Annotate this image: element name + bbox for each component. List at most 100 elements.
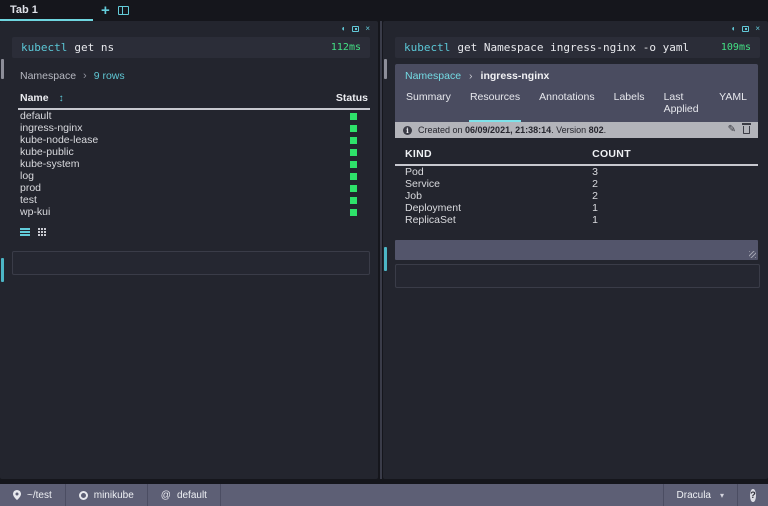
kube-namespace-segment[interactable]: @ default	[148, 484, 221, 506]
cwd-segment[interactable]: ~/test	[0, 484, 66, 506]
table-row[interactable]: ingress-nginx	[18, 122, 370, 134]
command-program: kubectl	[21, 41, 68, 54]
column-header-count: COUNT	[592, 148, 631, 160]
terminal-split-container: ◐ × kubectl get ns 112ms Namespace › 9 r…	[0, 21, 768, 484]
table-row[interactable]: test	[18, 194, 370, 206]
left-pane-controls: ◐ ×	[341, 24, 370, 33]
column-header-name[interactable]: Name	[20, 92, 49, 104]
breadcrumb-kind[interactable]: Namespace	[20, 70, 76, 82]
count-cell: 3	[592, 166, 598, 178]
status-bar: ~/test minikube @ default Dracula ▾ ?	[0, 484, 768, 506]
table-row[interactable]: Job 2	[395, 190, 758, 202]
chevron-right-icon: ›	[469, 70, 473, 82]
status-cell	[338, 148, 368, 156]
table-row[interactable]: Service 2	[395, 178, 758, 190]
namespace-name: ingress-nginx	[20, 122, 83, 134]
table-row[interactable]: kube-system	[18, 158, 370, 170]
status-ok-badge	[349, 208, 357, 216]
command-block[interactable]: kubectl get ns 112ms	[12, 37, 370, 58]
close-split-icon[interactable]: ×	[365, 24, 370, 33]
namespace-name: wp-kui	[20, 206, 51, 218]
trash-icon[interactable]	[742, 123, 751, 134]
kind-cell: Job	[405, 190, 422, 202]
breadcrumb-row-count[interactable]: 9 rows	[94, 70, 125, 82]
active-input-indicator	[1, 258, 4, 282]
table-row[interactable]: log	[18, 170, 370, 182]
close-split-icon[interactable]: ×	[755, 24, 760, 33]
created-banner: i Created on 06/09/2021, 21:38:14. Versi…	[395, 122, 758, 138]
grid-view-icon[interactable]	[38, 228, 40, 230]
table-row[interactable]: prod	[18, 182, 370, 194]
split-terminal-icon[interactable]	[117, 6, 129, 15]
tab-labels[interactable]: Labels	[613, 88, 646, 122]
status-ok-badge	[349, 136, 357, 144]
table-row[interactable]: kube-node-lease	[18, 134, 370, 146]
yaml-textarea[interactable]	[395, 240, 758, 260]
table-view-toggles	[20, 226, 370, 238]
table-row[interactable]: default	[18, 110, 370, 122]
list-view-icon[interactable]	[20, 228, 30, 230]
screenshot-icon[interactable]	[352, 25, 360, 32]
chevron-down-icon: ▾	[719, 490, 724, 500]
kube-context-icon	[78, 490, 88, 500]
table-row[interactable]: ReplicaSet 1	[395, 214, 758, 226]
status-cell	[338, 208, 368, 216]
tab-label: Tab 1	[10, 3, 38, 16]
tab-annotations[interactable]: Annotations	[538, 88, 595, 122]
new-tab-icon[interactable]: +	[101, 3, 110, 18]
table-row[interactable]: Deployment 1	[395, 202, 758, 214]
sort-icon[interactable]: ↕	[59, 93, 64, 104]
info-icon: i	[403, 125, 412, 135]
status-cell	[338, 184, 368, 192]
command-block[interactable]: kubectl get Namespace ingress-nginx -o y…	[395, 37, 760, 58]
kind-cell: Deployment	[405, 202, 462, 214]
status-cell	[338, 112, 368, 120]
kind-cell: Service	[405, 178, 441, 190]
command-input[interactable]	[395, 264, 760, 288]
table-row[interactable]: kube-public	[18, 146, 370, 158]
count-cell: 2	[592, 178, 598, 190]
status-ok-badge	[349, 112, 357, 120]
namespace-name: log	[20, 170, 35, 182]
tab-summary[interactable]: Summary	[405, 88, 452, 122]
namespace-name: kube-system	[20, 158, 80, 170]
status-bar-spacer	[221, 484, 663, 506]
location-pin-icon	[13, 490, 21, 500]
status-ok-badge	[349, 172, 357, 180]
kube-context-segment[interactable]: minikube	[66, 484, 148, 506]
cwd-label: ~/test	[27, 489, 52, 501]
table-header: KIND COUNT	[395, 144, 758, 166]
kind-cell: Pod	[405, 166, 424, 178]
command-args: get ns	[74, 41, 115, 54]
resource-nav-card: Namespace › ingress-nginx Summary Resour…	[395, 64, 758, 122]
at-icon: @	[160, 489, 171, 501]
kind-count-table: KIND COUNT Pod 3 Service 2 Job 2 Deploym…	[395, 144, 758, 226]
breadcrumb: Namespace › 9 rows	[20, 70, 370, 82]
tab-1[interactable]: Tab 1	[0, 0, 93, 21]
status-ok-badge	[349, 196, 357, 204]
tab-resources[interactable]: Resources	[468, 88, 522, 122]
help-button[interactable]: ?	[738, 484, 768, 506]
breadcrumb-kind[interactable]: Namespace	[405, 70, 461, 82]
theme-label: Dracula	[676, 489, 711, 501]
namespace-name: default	[20, 110, 52, 122]
contrast-icon[interactable]: ◐	[731, 24, 736, 33]
help-icon: ?	[750, 488, 756, 502]
resource-breadcrumb: Namespace › ingress-nginx	[395, 64, 758, 86]
count-cell: 1	[592, 202, 598, 214]
command-duration-badge: 109ms	[720, 42, 751, 53]
command-input[interactable]	[12, 251, 370, 275]
table-row[interactable]: Pod 3	[395, 166, 758, 178]
edit-icon[interactable]: ✎	[728, 125, 736, 135]
left-split-pane: ◐ × kubectl get ns 112ms Namespace › 9 r…	[0, 21, 378, 479]
banner-actions: ✎	[728, 123, 751, 135]
table-row[interactable]: wp-kui	[18, 206, 370, 218]
contrast-icon[interactable]: ◐	[341, 24, 346, 33]
block-focus-indicator	[1, 59, 4, 79]
active-input-indicator	[384, 247, 387, 271]
theme-selector[interactable]: Dracula ▾	[662, 484, 738, 506]
column-header-status: Status	[335, 92, 368, 104]
tab-last-applied[interactable]: Last Applied	[663, 88, 702, 122]
tab-yaml[interactable]: YAML	[718, 88, 748, 122]
screenshot-icon[interactable]	[742, 25, 750, 32]
